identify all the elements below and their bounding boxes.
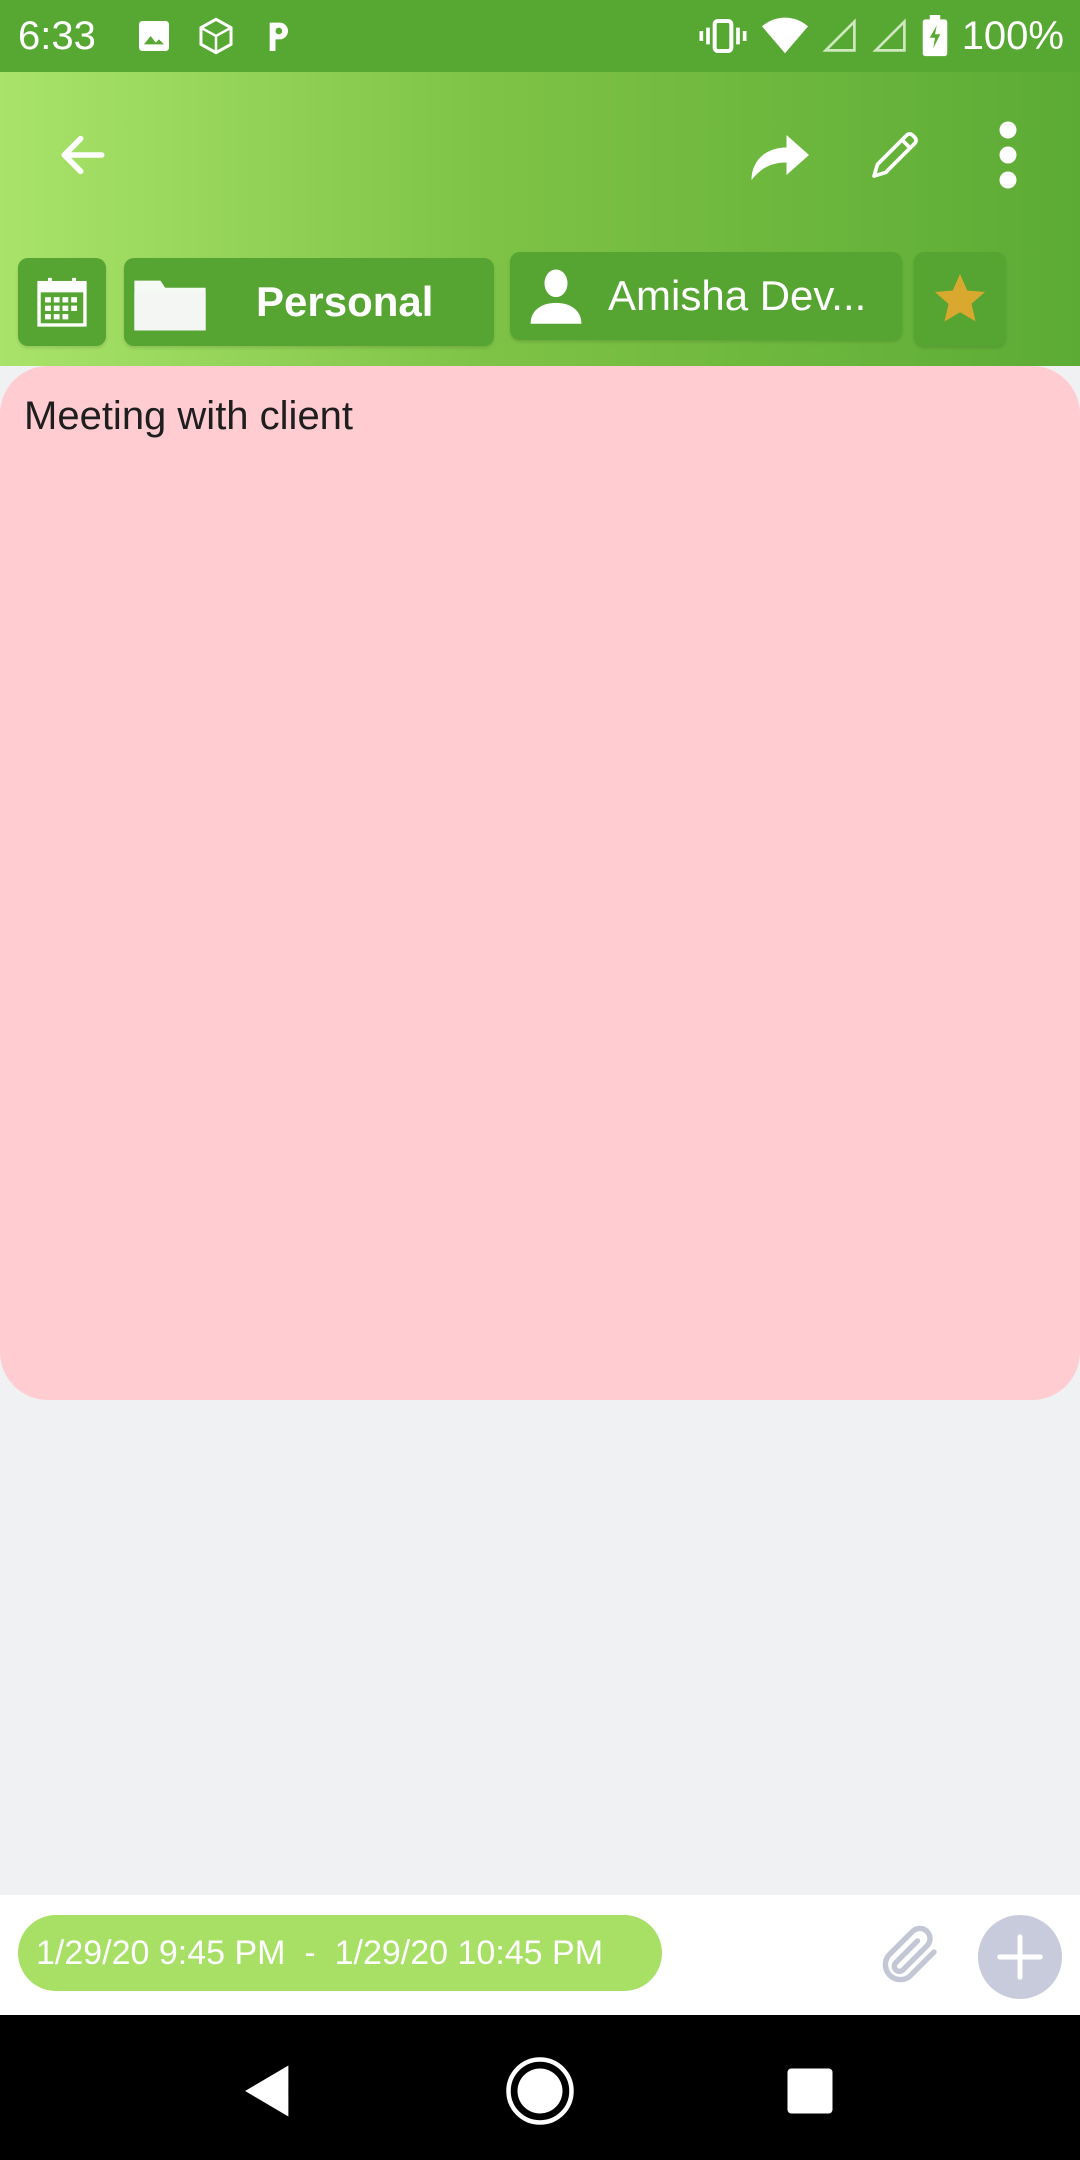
square-recents-icon — [787, 2068, 833, 2114]
image-icon — [139, 21, 169, 51]
favorite-button[interactable] — [914, 252, 1006, 346]
nav-home-button[interactable] — [500, 2051, 580, 2131]
nav-back-button[interactable] — [228, 2051, 308, 2131]
signal-icon — [822, 18, 856, 52]
bottom-bar: 1/29/20 9:45 PM - 1/29/20 10:45 PM — [0, 1895, 1080, 2015]
nav-recents-button[interactable] — [770, 2051, 850, 2131]
back-button[interactable] — [40, 112, 126, 198]
folder-icon — [134, 280, 206, 331]
wifi-icon — [761, 17, 808, 54]
folder-chip[interactable]: Personal — [124, 258, 494, 346]
folder-label: Personal — [256, 278, 434, 325]
app-bar: Personal Amisha Dev... — [0, 72, 1080, 366]
battery-charging-icon — [922, 15, 947, 57]
pencil-icon — [872, 132, 918, 178]
paperclip-icon — [882, 1925, 937, 1983]
signal-icon — [872, 18, 906, 52]
edit-button[interactable] — [852, 112, 938, 198]
triangle-back-icon — [245, 2065, 289, 2117]
share-icon — [751, 135, 809, 180]
battery-percent: 100% — [961, 14, 1064, 58]
contact-label: Amisha Dev... — [608, 272, 867, 319]
plus-icon — [997, 1934, 1043, 1980]
more-options-button[interactable] — [965, 112, 1051, 198]
contact-chip[interactable]: Amisha Dev... — [510, 252, 902, 340]
add-button[interactable] — [978, 1915, 1062, 1999]
calendar-icon — [37, 277, 87, 327]
more-vert-icon — [999, 121, 1017, 189]
date-range-pill[interactable]: 1/29/20 9:45 PM - 1/29/20 10:45 PM — [18, 1915, 662, 1991]
attach-button[interactable] — [868, 1913, 952, 1997]
status-time: 6:33 — [18, 14, 96, 58]
navigation-bar — [0, 2015, 1080, 2160]
p-icon — [269, 22, 288, 51]
vibrate-icon — [699, 19, 747, 53]
note-card[interactable]: Meeting with client — [0, 366, 1080, 1400]
circle-home-icon — [506, 2057, 574, 2125]
note-text[interactable]: Meeting with client — [24, 394, 353, 439]
person-icon — [530, 269, 582, 324]
date-range-text: 1/29/20 9:45 PM - 1/29/20 10:45 PM — [36, 1933, 604, 1972]
arrow-left-icon — [61, 135, 105, 175]
system-icons: 100% — [698, 10, 1064, 62]
box-icon — [199, 17, 233, 55]
notification-icons — [134, 14, 298, 58]
star-icon — [935, 274, 985, 322]
calendar-button[interactable] — [18, 258, 106, 346]
share-button[interactable] — [736, 112, 822, 198]
status-bar: 6:33 100% — [0, 0, 1080, 72]
